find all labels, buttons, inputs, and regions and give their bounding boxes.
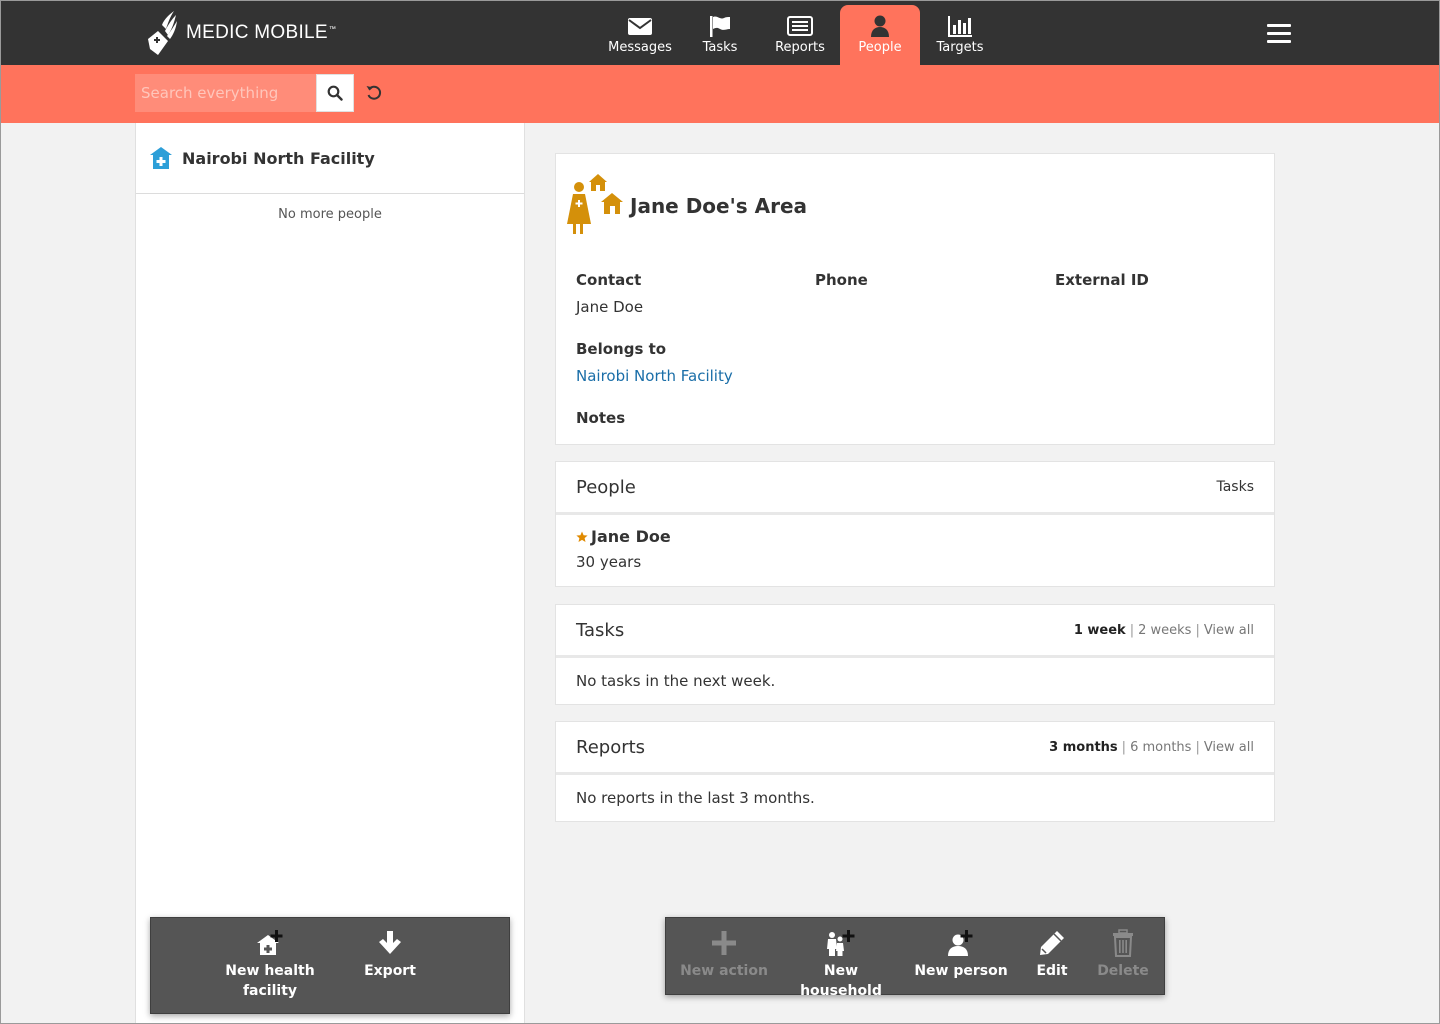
tab-messages[interactable]: Messages (600, 5, 680, 65)
delete-button[interactable]: Delete (1092, 929, 1154, 981)
tab-label: Messages (608, 40, 672, 55)
tasks-header: Tasks 1 week | 2 weeks | View all (556, 605, 1274, 658)
contact-value: Jane Doe (576, 298, 644, 316)
left-action-bar: New health facility Export (150, 917, 510, 1014)
people-tasks-label: Tasks (1216, 479, 1254, 495)
search-button[interactable] (316, 74, 354, 112)
filter-2-weeks[interactable]: 2 weeks (1138, 623, 1191, 638)
filter-view-all[interactable]: View all (1204, 740, 1254, 755)
search-icon (327, 85, 343, 101)
list-icon (787, 16, 813, 36)
tab-targets[interactable]: Targets (920, 5, 1000, 65)
people-header: People Tasks (556, 462, 1274, 515)
page-title: Jane Doe's Area (630, 194, 808, 218)
logo-trademark: ™ (328, 25, 337, 33)
right-action-bar: New action New household New person Edit… (665, 917, 1165, 999)
new-household-icon (827, 930, 855, 956)
tab-people[interactable]: People (840, 5, 920, 65)
action-label: Export (364, 963, 416, 979)
filter-3-months[interactable]: 3 months (1049, 740, 1118, 755)
filter-1-week[interactable]: 1 week (1074, 623, 1126, 638)
action-label: Edit (1036, 963, 1068, 979)
new-person-button[interactable]: New person (913, 929, 1009, 981)
area-icon (567, 174, 623, 234)
action-label: New household (800, 963, 882, 999)
pencil-icon (1040, 931, 1064, 955)
new-action-button[interactable]: New action (680, 929, 768, 981)
search-bar (0, 65, 1440, 123)
no-more-people: No more people (278, 207, 382, 222)
new-person-icon (948, 930, 973, 956)
plus-icon (712, 931, 736, 955)
belongs-to-label: Belongs to (576, 340, 667, 358)
people-title: People (576, 476, 636, 498)
tasks-card: Tasks 1 week | 2 weeks | View all No tasks i… (555, 604, 1275, 705)
reports-card: Reports 3 months | 6 months | View all No re… (555, 721, 1275, 822)
people-card: People Tasks Jane Doe 30 years (555, 461, 1275, 587)
new-household-button[interactable]: New household (782, 929, 900, 1001)
tasks-filters: 1 week | 2 weeks | View all (1073, 622, 1254, 638)
download-icon (379, 931, 401, 954)
filter-view-all[interactable]: View all (1204, 623, 1254, 638)
person-age: 30 years (576, 553, 642, 571)
belongs-to-link[interactable]: Nairobi North Facility (576, 367, 733, 385)
tasks-empty: No tasks in the next week. (576, 672, 776, 690)
contact-summary-card: Jane Doe's Area Contact Jane Doe Phone E… (555, 153, 1275, 445)
app-header: MEDIC MOBILE™ Messages Tasks Reports Peo… (0, 0, 1440, 65)
list-item[interactable]: Jane Doe 30 years (556, 515, 1274, 571)
notes-label: Notes (576, 409, 626, 427)
medic-logo-icon (148, 11, 177, 55)
tasks-title: Tasks (576, 619, 625, 641)
action-label: New health facility (225, 963, 315, 999)
trash-icon (1113, 929, 1133, 957)
facility-name: Nairobi North Facility (182, 148, 375, 168)
menu-icon[interactable] (1267, 24, 1291, 44)
tab-reports[interactable]: Reports (760, 5, 840, 65)
reports-title: Reports (576, 736, 646, 758)
main-nav: Messages Tasks Reports People Targets (600, 5, 1000, 65)
action-label: New person (914, 963, 1008, 979)
tab-label: People (858, 40, 902, 55)
filter-6-months[interactable]: 6 months (1130, 740, 1191, 755)
tab-label: Tasks (702, 40, 738, 55)
edit-button[interactable]: Edit (1022, 929, 1082, 981)
envelope-icon (628, 18, 652, 35)
action-label: Delete (1097, 963, 1149, 979)
logo[interactable]: MEDIC MOBILE™ (144, 8, 336, 58)
tab-label: Reports (775, 40, 825, 55)
logo-text: MEDIC MOBILE (186, 22, 328, 43)
refresh-icon[interactable] (364, 83, 384, 103)
new-facility-icon (257, 930, 283, 955)
flag-icon (710, 16, 730, 37)
person-name: Jane Doe (591, 527, 671, 546)
reports-header: Reports 3 months | 6 months | View all (556, 722, 1274, 775)
reports-filters: 3 months | 6 months | View all (1049, 739, 1254, 755)
list-item[interactable]: Nairobi North Facility (136, 123, 524, 194)
new-health-facility-button[interactable]: New health facility (211, 929, 329, 1001)
bar-chart-icon (948, 16, 972, 37)
contacts-list: Nairobi North Facility No more people (135, 123, 525, 1024)
search-input[interactable] (135, 74, 316, 112)
star-icon (576, 531, 588, 542)
phone-label: Phone (815, 271, 868, 289)
external-id-label: External ID (1055, 271, 1149, 289)
health-facility-icon (150, 147, 172, 169)
tab-tasks[interactable]: Tasks (680, 5, 760, 65)
export-button[interactable]: Export (350, 929, 430, 981)
contact-label: Contact (576, 271, 642, 289)
tab-label: Targets (936, 40, 984, 55)
person-icon (871, 15, 889, 37)
reports-empty: No reports in the last 3 months. (576, 789, 815, 807)
action-label: New action (680, 963, 768, 979)
